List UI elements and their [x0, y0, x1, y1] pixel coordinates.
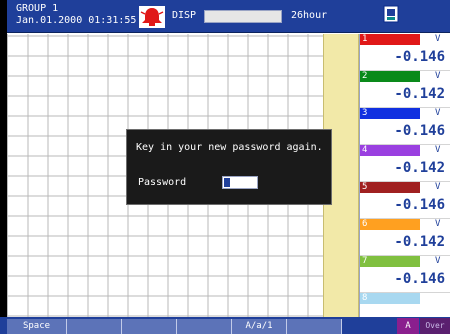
password-input[interactable]: [222, 176, 258, 189]
group-name: GROUP 1: [16, 3, 59, 14]
channel-color-bar: [360, 145, 420, 156]
display-mode-label: DISP: [172, 10, 197, 21]
channel-3: 3 V -0.146: [360, 108, 450, 145]
alarm-bell-icon: [139, 6, 165, 28]
softkey-space[interactable]: Space: [7, 319, 67, 334]
channel-value: -0.142: [394, 160, 445, 176]
channel-color-bar: [360, 293, 420, 304]
channel-number: 3: [362, 108, 368, 118]
channel-number: 6: [362, 219, 368, 229]
channel-unit: V: [435, 256, 441, 266]
channel-value: -0.142: [394, 86, 445, 102]
password-dialog: Key in your new password again. Password: [126, 129, 332, 205]
dialog-message: Key in your new password again.: [136, 142, 323, 153]
password-label: Password: [138, 177, 187, 188]
channel-number: 8: [362, 293, 368, 303]
softkey-2[interactable]: [67, 319, 122, 334]
channel-color-bar: [360, 71, 420, 82]
datetime-readout: Jan.01.2000 01:31:55: [16, 15, 137, 26]
channel-unit: V: [435, 71, 441, 81]
softkey-bar: Space A/a/1: [0, 317, 450, 334]
channel-unit: V: [435, 182, 441, 192]
softkey-3[interactable]: [122, 319, 177, 334]
softkey-4[interactable]: [177, 319, 232, 334]
channel-2: 2 V -0.142: [360, 71, 450, 108]
overwrite-indicator: Over: [420, 318, 450, 334]
channel-number: 5: [362, 182, 368, 192]
channel-value: -0.146: [394, 123, 445, 139]
channel-unit: V: [435, 108, 441, 118]
channel-value: -0.142: [394, 234, 445, 250]
channel-number: 7: [362, 256, 368, 266]
channel-number: 1: [362, 34, 368, 44]
input-mode-indicator: A: [397, 318, 419, 334]
channel-color-bar: [360, 108, 420, 119]
digital-value-panel: 1 V -0.146 2 V -0.142 3 V -0.146 4 V -0.…: [359, 34, 450, 318]
channel-number: 4: [362, 145, 368, 155]
channel-value: -0.146: [394, 271, 445, 287]
recorder-screen: GROUP 1 Jan.01.2000 01:31:55 DISP 26hour: [0, 0, 450, 334]
memory-card-icon: [383, 5, 399, 23]
softkey-char-mode[interactable]: A/a/1: [232, 319, 287, 334]
text-cursor: [224, 178, 230, 187]
softkey-6[interactable]: [287, 319, 342, 334]
channel-6: 6 V -0.142: [360, 219, 450, 256]
channel-unit: V: [435, 34, 441, 44]
channel-8: 8: [360, 293, 450, 318]
channel-4: 4 V -0.142: [360, 145, 450, 182]
channel-color-bar: [360, 219, 420, 230]
channel-unit: V: [435, 219, 441, 229]
channel-unit: V: [435, 145, 441, 155]
status-header: GROUP 1 Jan.01.2000 01:31:55 DISP 26hour: [7, 0, 450, 33]
channel-color-bar: [360, 34, 420, 45]
channel-5: 5 V -0.146: [360, 182, 450, 219]
channel-color-bar: [360, 256, 420, 267]
channel-number: 2: [362, 71, 368, 81]
memory-bar: [204, 10, 282, 23]
channel-value: -0.146: [394, 197, 445, 213]
screen-edge: [0, 0, 7, 334]
channel-7: 7 V -0.146: [360, 256, 450, 293]
channel-value: -0.146: [394, 49, 445, 65]
channel-color-bar: [360, 182, 420, 193]
trend-period-label: 26hour: [291, 10, 328, 21]
channel-1: 1 V -0.146: [360, 34, 450, 71]
